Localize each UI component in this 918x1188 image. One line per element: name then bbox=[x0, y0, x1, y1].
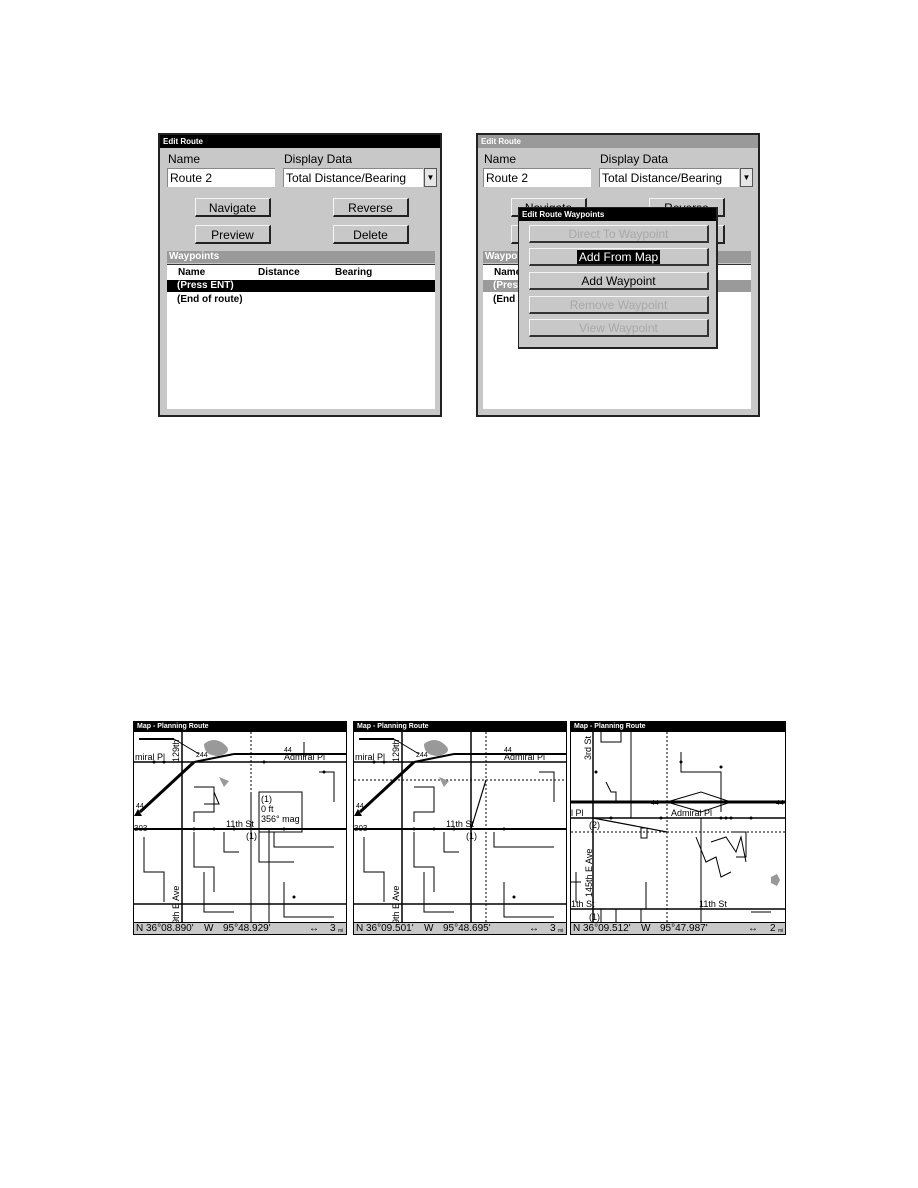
name-label: Name bbox=[168, 152, 201, 166]
map-canvas[interactable]: 3rd St Admiral Pl l Pl 11th St 145th E A… bbox=[571, 732, 786, 924]
display-data-label: Display Data bbox=[284, 152, 353, 166]
view-waypoint-menu-item[interactable]: View Waypoint bbox=[529, 319, 709, 337]
zoom-icon: ↔ bbox=[529, 923, 539, 934]
map-scale-unit: mi bbox=[558, 928, 564, 934]
lon-hemisphere: W bbox=[641, 923, 651, 934]
waypoint-marker: (1) bbox=[589, 912, 600, 922]
dialog-title: Edit Route bbox=[478, 135, 758, 148]
list-item[interactable]: (End of route) bbox=[167, 294, 435, 306]
road-label: miral Pl bbox=[355, 752, 385, 762]
map-scale: 3 bbox=[550, 923, 556, 934]
zoom-icon: ↔ bbox=[748, 923, 758, 934]
highway-shield: 44 bbox=[284, 747, 292, 754]
chevron-down-icon[interactable]: ▼ bbox=[424, 168, 437, 187]
map-scale-unit: mi bbox=[338, 928, 344, 934]
road-label: 9th E Ave bbox=[171, 886, 181, 924]
latitude: 36°09.501' bbox=[366, 923, 414, 934]
longitude: 95°48.929' bbox=[223, 923, 271, 934]
road-label: Admiral Pl bbox=[671, 808, 712, 818]
add-waypoint-menu-item[interactable]: Add Waypoint bbox=[529, 272, 709, 290]
preview-button[interactable]: Preview bbox=[195, 225, 271, 244]
highway-shield: 244 bbox=[196, 752, 208, 759]
lat-hemisphere: N bbox=[136, 923, 144, 934]
column-header-distance: Distance bbox=[258, 267, 300, 278]
display-data-select[interactable]: Total Distance/Bearing bbox=[283, 168, 423, 187]
lat-hemisphere: N bbox=[356, 923, 364, 934]
add-from-map-menu-item[interactable]: Add From Map bbox=[529, 248, 709, 266]
road-label: 9th E Ave bbox=[391, 886, 401, 924]
map-scale: 3 bbox=[330, 923, 336, 934]
waypoints-section-header: Waypoints bbox=[167, 251, 435, 263]
highway-shield: 44 bbox=[504, 747, 512, 754]
cursor-info-distance: 0 ft bbox=[261, 804, 274, 814]
menu-item-label: Add From Map bbox=[576, 250, 661, 264]
map-status-bar: N 36°09.512' W 95°47.987' ↔ 2 mi bbox=[571, 922, 785, 934]
highway-shield: 44 bbox=[776, 800, 784, 807]
road-label: 1th St bbox=[571, 899, 595, 909]
navigate-button[interactable]: Navigate bbox=[195, 198, 271, 217]
road-label: 11th St bbox=[699, 899, 727, 909]
map-screen-2[interactable]: Map - Planning Route miral Pl Admiral Pl… bbox=[353, 721, 567, 935]
map-screen-1[interactable]: Map - Planning Route miral Pl Admiral Pl… bbox=[133, 721, 347, 935]
highway-shield: 44 bbox=[356, 803, 364, 810]
map-title: Map - Planning Route bbox=[571, 722, 785, 732]
waypoint-marker: (2) bbox=[589, 820, 600, 830]
direct-to-waypoint-menu-item[interactable]: Direct To Waypoint bbox=[529, 225, 709, 243]
column-header-bearing: Bearing bbox=[335, 267, 373, 278]
latitude: 36°08.890' bbox=[146, 923, 194, 934]
number-label: 303 bbox=[134, 824, 148, 833]
road-label: l Pl bbox=[571, 808, 584, 818]
cursor-info-bearing: 356° mag bbox=[261, 814, 300, 824]
map-screen-3[interactable]: Map - Planning Route 3rd St Admiral Pl l… bbox=[570, 721, 786, 935]
display-data-select[interactable]: Total Distance/Bearing bbox=[599, 168, 739, 187]
waypoints-list[interactable]: Name Distance Bearing (Press ENT) (End o… bbox=[167, 264, 435, 409]
road-label: 11th St bbox=[446, 819, 474, 829]
menu-title: Edit Route Waypoints bbox=[519, 208, 716, 221]
lon-hemisphere: W bbox=[204, 923, 214, 934]
map-scale-unit: mi bbox=[778, 928, 784, 934]
dialog-title: Edit Route bbox=[160, 135, 440, 148]
highway-shield: 244 bbox=[416, 752, 428, 759]
edit-route-dialog-with-menu: Edit Route Name Display Data Route 2 Tot… bbox=[476, 133, 760, 417]
lat-hemisphere: N bbox=[573, 923, 581, 934]
road-label: 145th E Ave bbox=[584, 849, 594, 897]
route-name-input[interactable]: Route 2 bbox=[483, 168, 591, 187]
road-label: 129th bbox=[171, 739, 181, 762]
number-label: 303 bbox=[354, 824, 368, 833]
waypoint-marker: (1) bbox=[466, 831, 477, 841]
name-label: Name bbox=[484, 152, 517, 166]
list-item[interactable]: (Press ENT) bbox=[167, 280, 435, 292]
road-label: 129th bbox=[391, 739, 401, 762]
highway-shield: 44 bbox=[651, 800, 659, 807]
column-header-name: Name bbox=[178, 267, 206, 278]
lon-hemisphere: W bbox=[424, 923, 434, 934]
map-title: Map - Planning Route bbox=[134, 722, 346, 732]
delete-button[interactable]: Delete bbox=[333, 225, 409, 244]
map-status-bar: N 36°09.501' W 95°48.695' ↔ 3 mi bbox=[354, 922, 566, 934]
map-scale: 2 bbox=[770, 923, 776, 934]
route-name-input[interactable]: Route 2 bbox=[167, 168, 275, 187]
longitude: 95°48.695' bbox=[443, 923, 491, 934]
edit-route-dialog: Edit Route Name Display Data Route 2 Tot… bbox=[158, 133, 442, 417]
map-canvas[interactable]: miral Pl Admiral Pl 11th St 129th 9th E … bbox=[354, 732, 567, 924]
waypoint-marker: (1) bbox=[246, 831, 257, 841]
longitude: 95°47.987' bbox=[660, 923, 708, 934]
road-label: 3rd St bbox=[583, 735, 593, 760]
road-label: miral Pl bbox=[135, 752, 165, 762]
map-canvas[interactable]: miral Pl Admiral Pl 11th St 129th 9th E … bbox=[134, 732, 347, 924]
edit-route-waypoints-menu: Edit Route Waypoints Direct To Waypoint … bbox=[518, 207, 718, 349]
latitude: 36°09.512' bbox=[583, 923, 631, 934]
reverse-button[interactable]: Reverse bbox=[333, 198, 409, 217]
zoom-icon: ↔ bbox=[309, 923, 319, 934]
road-label: 11th St bbox=[226, 819, 254, 829]
cursor-info-line: (1) bbox=[261, 794, 272, 804]
remove-waypoint-menu-item[interactable]: Remove Waypoint bbox=[529, 296, 709, 314]
map-title: Map - Planning Route bbox=[354, 722, 566, 732]
display-data-label: Display Data bbox=[600, 152, 669, 166]
map-status-bar: N 36°08.890' W 95°48.929' ↔ 3 mi bbox=[134, 922, 346, 934]
chevron-down-icon[interactable]: ▼ bbox=[740, 168, 753, 187]
highway-shield: 44 bbox=[136, 803, 144, 810]
